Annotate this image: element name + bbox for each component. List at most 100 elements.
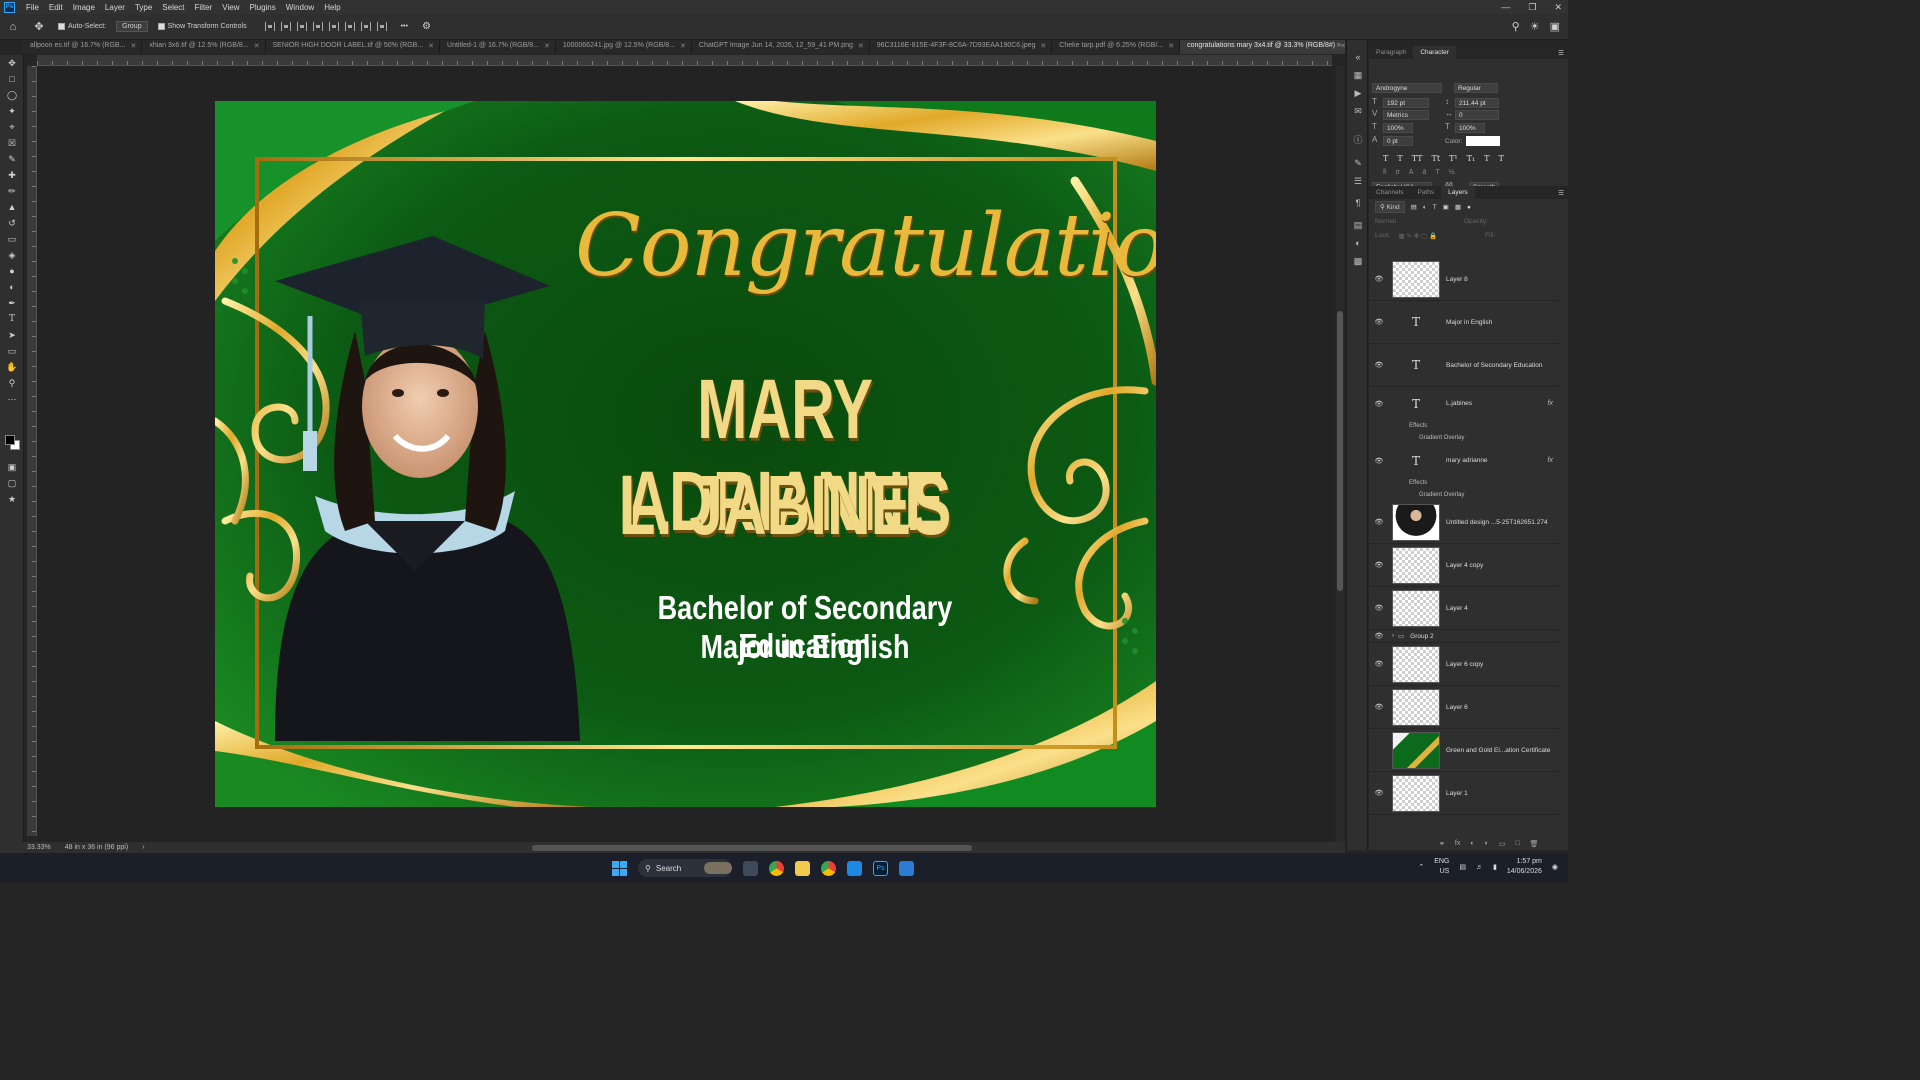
menu-window[interactable]: Window [281, 3, 319, 12]
effects-label-row[interactable]: Effects [1369, 420, 1559, 432]
eraser-tool-icon[interactable]: ▭ [0, 231, 24, 247]
tab-channels[interactable]: Channels [1369, 189, 1410, 196]
font-size-field[interactable]: 192 pt [1383, 98, 1429, 108]
minimize-icon[interactable]: — [1501, 2, 1510, 12]
filter-adjustment-icon[interactable]: ◐ [1423, 204, 1427, 211]
chrome-icon[interactable] [769, 860, 784, 876]
add-style-icon[interactable]: fx [1455, 840, 1460, 848]
add-mask-icon[interactable]: ◐ [1470, 840, 1474, 848]
layer-effects-icon[interactable]: fx [1548, 400, 1553, 407]
paragraph-icon[interactable]: ¶ [1347, 194, 1369, 212]
tab-paragraph[interactable]: Paragraph [1369, 49, 1413, 56]
menu-view[interactable]: View [217, 3, 244, 12]
layer-row[interactable]: 👁 T L.jabines fx [1369, 387, 1559, 420]
filter-shape-icon[interactable]: ▣ [1443, 203, 1449, 211]
more-options-button[interactable]: ••• [401, 23, 408, 30]
visibility-eye-icon[interactable]: 👁 [1369, 632, 1389, 640]
filter-pixel-icon[interactable]: ▤ [1411, 203, 1417, 211]
photoshop-taskbar-icon[interactable]: Ps [873, 860, 888, 876]
align-top-icon[interactable] [328, 22, 339, 31]
network-icon[interactable]: ▤ [1459, 863, 1466, 871]
visibility-eye-icon[interactable]: 👁 [1369, 400, 1389, 408]
align-middle-icon[interactable] [344, 22, 355, 31]
vertical-scale-field[interactable]: 100% [1383, 123, 1413, 133]
healing-brush-icon[interactable]: ✚ [0, 167, 24, 183]
document-tab[interactable]: Cheke tarp.pdf @ 6.25% (RGB/... ✕ [1052, 40, 1181, 54]
actions-play-icon[interactable]: ▶ [1347, 84, 1369, 102]
volume-icon[interactable]: ♬ [1476, 864, 1483, 871]
pen-tool-icon[interactable]: ✒ [0, 295, 24, 311]
tab-close-icon[interactable]: ✕ [254, 42, 260, 54]
menu-file[interactable]: File [21, 3, 44, 12]
subscript-icon[interactable]: T₁ [1467, 154, 1476, 163]
generative-icon[interactable]: ★ [0, 491, 24, 507]
filter-smart-icon[interactable]: ▩ [1455, 203, 1461, 211]
new-group-icon[interactable]: ▭ [1499, 840, 1506, 848]
align-bottom-icon[interactable] [360, 22, 371, 31]
shape-tool-icon[interactable]: ▭ [0, 343, 24, 359]
tab-close-icon[interactable]: ✕ [858, 42, 864, 54]
layer-row[interactable]: 👁 Layer 1 [1369, 772, 1559, 815]
checkbox-box[interactable] [58, 23, 65, 30]
show-transform-checkbox[interactable]: Show Transform Controls [157, 23, 247, 30]
menu-filter[interactable]: Filter [190, 3, 218, 12]
delete-layer-icon[interactable]: 🗑 [1530, 840, 1539, 848]
ligature-icon[interactable]: fi [1383, 169, 1387, 176]
layer-row[interactable]: 👁 T Major in English [1369, 301, 1559, 344]
brush-settings-icon[interactable]: ✎ [1347, 154, 1369, 172]
eyedropper-tool-icon[interactable]: ✎ [0, 151, 24, 167]
tab-close-icon[interactable]: ✕ [544, 42, 550, 54]
stamp-tool-icon[interactable]: ▲ [0, 199, 24, 215]
crop-tool-icon[interactable]: ⌖ [0, 119, 24, 135]
tabs-overflow-icon[interactable]: » [1337, 40, 1341, 49]
document-tab[interactable]: Untitled-1 @ 16.7% (RGB/8... ✕ [440, 40, 556, 54]
clock[interactable]: 1:57 pm 14/06/2026 [1507, 857, 1542, 877]
file-explorer-icon[interactable] [795, 860, 810, 876]
chevron-up-icon[interactable]: ⌃ [1418, 863, 1424, 871]
tracking-field[interactable]: 0 [1455, 110, 1499, 120]
layer-row[interactable]: 👁 Layer 6 copy [1369, 643, 1559, 686]
layer-row[interactable]: 👁 Layer 4 [1369, 587, 1559, 630]
align-right-icon[interactable] [296, 22, 307, 31]
history-brush-icon[interactable]: ↺ [0, 215, 24, 231]
tab-close-icon[interactable]: ✕ [1040, 42, 1046, 54]
tab-close-icon[interactable]: ✕ [428, 42, 434, 54]
layer-effects-icon[interactable]: fx [1548, 457, 1553, 464]
chrome-profile-icon[interactable] [821, 860, 836, 876]
quick-mask-icon[interactable]: ▣ [0, 459, 24, 475]
document-tab[interactable]: SENIOR HIGH DOOR LABEL.tif @ 50% (RGB...… [266, 40, 441, 54]
menu-layer[interactable]: Layer [100, 3, 130, 12]
move-tool-icon[interactable]: ✥ [0, 55, 24, 71]
foreground-color-swatch[interactable] [5, 435, 15, 445]
battery-icon[interactable]: ▮ [1493, 863, 1497, 871]
close-icon[interactable]: ✕ [1554, 2, 1562, 13]
document-tab[interactable]: 1000066241.jpg @ 12.5% (RGB/8... ✕ [556, 40, 692, 54]
layer-row[interactable]: Green and Gold El...ation Certificate [1369, 729, 1559, 772]
text-color-swatch[interactable] [1466, 136, 1500, 146]
document-tab[interactable]: allpoon es.tif @ 16.7% (RGB... ✕ [23, 40, 143, 54]
small-caps-icon[interactable]: Tt [1432, 154, 1441, 163]
faux-italic-icon[interactable]: T [1397, 154, 1402, 163]
brush-tool-icon[interactable]: ✏ [0, 183, 24, 199]
visibility-eye-icon[interactable]: 👁 [1369, 660, 1389, 668]
certificate-artboard[interactable]: Congratulations MARY ADRIANNE L. JABINES… [215, 101, 1156, 807]
visibility-eye-icon[interactable]: 👁 [1369, 561, 1389, 569]
fractions-icon[interactable]: ½ [1449, 169, 1455, 176]
layer-row[interactable]: 👁 Layer 4 copy [1369, 544, 1559, 587]
ordinals-icon[interactable]: T [1435, 169, 1439, 176]
lock-icons[interactable]: ▦ ✎ ✥ ▢ 🔒 [1399, 232, 1438, 240]
document-tab[interactable]: xhian 3x6.tif @ 12.5% (RGB/8... ✕ [142, 40, 266, 54]
layer-kind-filter[interactable]: ⚲ Kind [1375, 201, 1405, 213]
comments-icon[interactable]: ✉ [1347, 102, 1369, 120]
quick-select-tool-icon[interactable]: ✦ [0, 103, 24, 119]
kerning-field[interactable]: Metrics [1383, 110, 1429, 120]
app-icon[interactable] [899, 860, 914, 876]
taskbar-search[interactable]: ⚲ Search [638, 859, 732, 877]
discover-icon[interactable]: ☀ [1530, 20, 1540, 33]
path-select-icon[interactable]: ➤ [0, 327, 24, 343]
blend-mode-dropdown[interactable]: Normal [1375, 218, 1396, 226]
tab-close-icon[interactable]: ✕ [680, 42, 686, 54]
effect-row[interactable]: Gradient Overlay [1369, 489, 1559, 501]
canvas-area[interactable]: Congratulations MARY ADRIANNE L. JABINES… [37, 66, 1333, 842]
type-tool-icon[interactable]: T [0, 311, 24, 327]
